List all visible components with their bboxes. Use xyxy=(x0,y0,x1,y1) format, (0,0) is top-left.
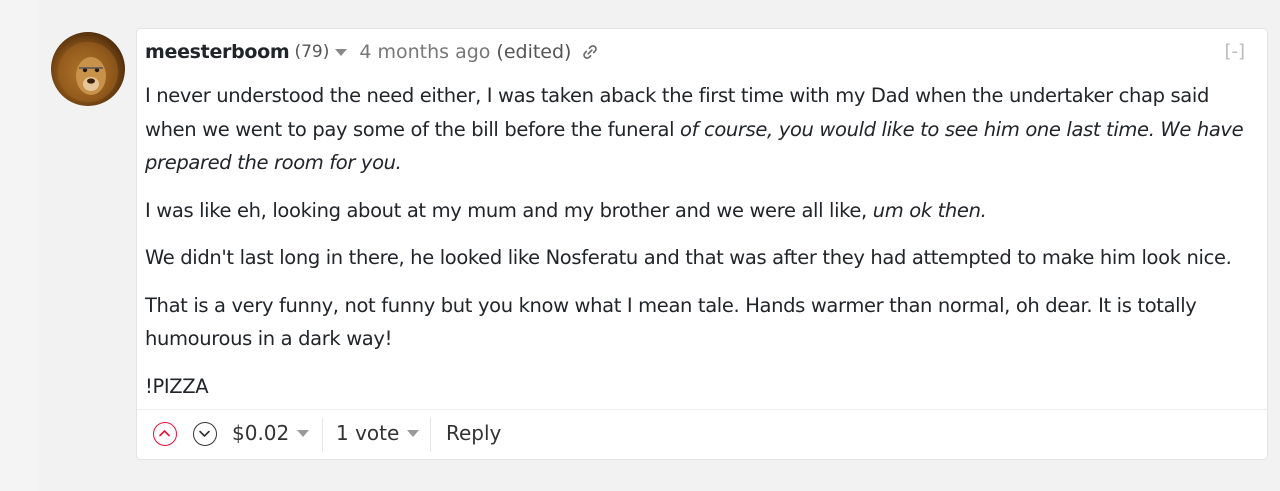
author-name[interactable]: meesterboom xyxy=(145,41,290,63)
paragraph-text: !PIZZA xyxy=(145,374,209,398)
edited-label: (edited) xyxy=(496,41,572,63)
chevron-up-icon xyxy=(159,430,170,437)
collapse-toggle[interactable]: [-] xyxy=(1224,41,1245,62)
votes-count: 1 vote xyxy=(336,421,400,445)
link-icon[interactable] xyxy=(581,43,599,61)
left-gutter xyxy=(0,0,38,491)
comment-body: I never understood the need either, I wa… xyxy=(145,79,1255,417)
author-reputation: (79) xyxy=(294,42,330,62)
downvote-button[interactable] xyxy=(193,422,217,446)
comment-header: meesterboom (79) 4 months ago (edited) xyxy=(145,38,599,66)
payout-chevron-down-icon xyxy=(297,429,310,437)
comment-paragraph: We didn't last long in there, he looked … xyxy=(145,241,1255,275)
lion-avatar-icon[interactable] xyxy=(51,32,125,106)
footer-divider xyxy=(322,418,323,452)
comment-paragraph: I never understood the need either, I wa… xyxy=(145,79,1255,180)
paragraph-text: We didn't last long in there, he looked … xyxy=(145,246,1232,269)
payout-dropdown[interactable]: $0.02 xyxy=(232,421,310,445)
comment-timestamp[interactable]: 4 months ago xyxy=(359,41,490,63)
paragraph-italic-text: um ok then. xyxy=(872,198,987,222)
comment-footer: $0.02 1 vote Reply xyxy=(137,409,1267,459)
upvote-button[interactable] xyxy=(153,422,177,446)
comment-paragraph: That is a very funny, not funny but you … xyxy=(145,289,1255,356)
paragraph-text: I was like eh, looking about at my mum a… xyxy=(145,198,873,222)
paragraph-text: That is a very funny, not funny but you … xyxy=(145,293,1197,351)
votes-chevron-down-icon xyxy=(407,429,420,437)
payout-value: $0.02 xyxy=(232,421,290,445)
comment-paragraph: I was like eh, looking about at my mum a… xyxy=(145,194,1255,228)
author-menu-chevron-down-icon[interactable] xyxy=(335,48,348,56)
footer-divider xyxy=(430,418,431,452)
comment-paragraph: !PIZZA xyxy=(145,370,1255,404)
reply-button[interactable]: Reply xyxy=(446,421,501,445)
chevron-down-icon xyxy=(199,430,210,437)
comment-card: meesterboom (79) 4 months ago (edited) [… xyxy=(136,28,1268,460)
votes-dropdown[interactable]: 1 vote xyxy=(336,421,420,445)
